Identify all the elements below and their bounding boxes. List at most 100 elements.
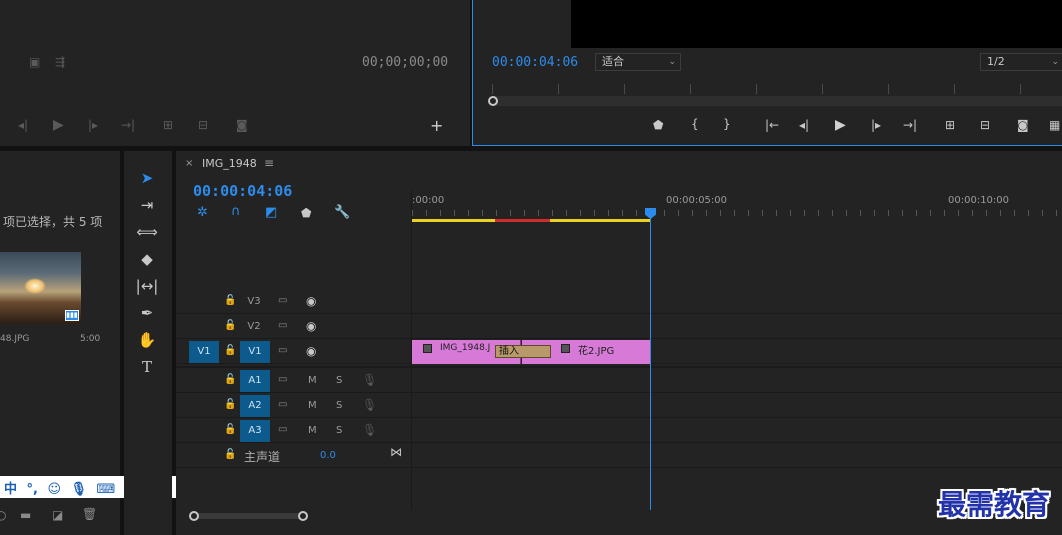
insert-clip-icon[interactable]: ▣	[29, 56, 40, 68]
new-item-icon[interactable]: ◪	[52, 509, 63, 521]
go-to-out-icon[interactable]: →|	[903, 119, 917, 131]
eye-icon[interactable]: ◉	[306, 320, 316, 332]
sync-lock-icon[interactable]: ▭	[278, 296, 287, 306]
find-icon[interactable]: ○	[0, 509, 6, 521]
solo-button[interactable]: S	[336, 425, 342, 436]
playhead-line[interactable]	[650, 218, 651, 510]
master-volume-value[interactable]: 0.0	[320, 450, 336, 461]
fx-badge-icon	[423, 344, 432, 353]
lock-icon[interactable]: 🔓	[224, 321, 236, 331]
scroll-handle-left-icon[interactable]	[189, 511, 199, 521]
microphone-icon[interactable]: 🎙	[362, 424, 377, 436]
mark-in-icon[interactable]: {	[691, 118, 699, 130]
step-forward-icon[interactable]: |▸	[871, 119, 881, 131]
add-marker-icon[interactable]: ⬟	[301, 207, 311, 219]
sync-lock-icon[interactable]: ▭	[278, 321, 287, 331]
microphone-icon[interactable]: 🎙	[71, 482, 88, 497]
fit-select[interactable]: 适合 ⌄	[595, 53, 681, 71]
playhead-handle-icon[interactable]	[488, 96, 498, 106]
play-icon[interactable]: ▶	[53, 118, 64, 132]
go-to-out-icon[interactable]: →|	[121, 119, 135, 131]
export-frame-icon[interactable]: ◙	[1017, 119, 1029, 131]
razor-tool-icon[interactable]: ◆	[134, 247, 160, 271]
track-v2: 🔓 V2 ▭ ◉	[176, 315, 1062, 339]
eye-icon[interactable]: ◉	[306, 345, 316, 357]
lock-icon[interactable]: 🔓	[224, 296, 236, 306]
sync-lock-icon[interactable]: ▭	[278, 400, 287, 410]
button-editor-icon[interactable]: ▦	[1049, 119, 1060, 131]
track-label[interactable]: V3	[244, 296, 264, 307]
play-icon[interactable]: ▶	[835, 118, 846, 132]
snap-magnet-icon[interactable]: ∩	[231, 205, 241, 218]
lift-icon[interactable]: ⊞	[945, 119, 955, 131]
ime-punct[interactable]: °,	[27, 482, 38, 497]
new-bin-icon[interactable]: ▬	[20, 509, 31, 521]
timeline-tab-close-icon[interactable]: ×	[185, 158, 193, 169]
track-label[interactable]: V2	[244, 321, 264, 332]
step-forward-icon[interactable]: |▸	[88, 119, 98, 131]
microphone-icon[interactable]: 🎙	[362, 399, 377, 411]
eye-icon[interactable]: ◉	[306, 295, 316, 307]
lock-icon[interactable]: 🔓	[224, 346, 236, 356]
lock-icon[interactable]: 🔓	[224, 450, 236, 460]
timeline-zoom-scrollbar[interactable]	[190, 513, 308, 519]
timeline-timecode[interactable]: 00:00:04:06	[193, 182, 292, 200]
hand-tool-icon[interactable]: ✋	[134, 328, 160, 352]
program-scrub-bar[interactable]	[492, 96, 1062, 106]
lock-icon[interactable]: 🔓	[224, 375, 236, 385]
scroll-handle-right-icon[interactable]	[298, 511, 308, 521]
ruler-ticks	[412, 210, 1062, 216]
selection-tool-icon[interactable]: ➤	[134, 166, 160, 190]
linked-selection-icon[interactable]: ◩	[265, 206, 277, 219]
ripple-edit-tool-icon[interactable]: ⟺	[134, 220, 160, 244]
wrench-icon[interactable]: 🔧	[334, 206, 350, 219]
mute-button[interactable]: M	[308, 400, 317, 411]
mark-out-icon[interactable]: }	[723, 118, 731, 130]
lock-icon[interactable]: 🔓	[224, 425, 236, 435]
solo-button[interactable]: S	[336, 400, 342, 411]
emoji-icon[interactable]: ☺	[47, 482, 61, 497]
source-monitor-panel: ▣ ⇶ 00;00;00;00 ◂| ▶ |▸ →| ⊞ ⊟ ◙ +	[0, 0, 470, 146]
solo-button[interactable]: S	[336, 375, 342, 386]
track-v3-header: 🔓 V3 ▭ ◉	[176, 290, 411, 313]
overwrite-icon[interactable]: ⊟	[198, 119, 208, 131]
clip-thumbnail[interactable]: ▮▮▮	[0, 252, 81, 324]
marker-icon[interactable]: ⬟	[653, 119, 663, 131]
program-timecode[interactable]: 00:00:04:06	[492, 55, 578, 70]
pen-tool-icon[interactable]: ✒	[134, 301, 160, 325]
extract-icon[interactable]: ⊟	[980, 119, 990, 131]
resolution-select[interactable]: 1/2 ⌄	[980, 53, 1062, 71]
step-back-icon[interactable]: ◂|	[799, 119, 809, 131]
slip-tool-icon[interactable]: |↔|	[134, 274, 160, 298]
track-select-tool-icon[interactable]: ⇥	[134, 193, 160, 217]
sync-lock-icon[interactable]: ▭	[278, 425, 287, 435]
sync-lock-icon[interactable]: ▭	[278, 375, 287, 385]
chevron-down-icon: ⌄	[1051, 57, 1059, 67]
insert-icon[interactable]: ⊞	[163, 119, 173, 131]
go-to-edit-icon[interactable]: ⋈	[390, 446, 402, 458]
mute-button[interactable]: M	[308, 375, 317, 386]
ime-chinese-mode[interactable]: 中	[4, 478, 17, 497]
ruler-label: :00:00	[412, 195, 445, 206]
keyboard-icon[interactable]: ⌨	[97, 482, 116, 497]
mute-button[interactable]: M	[308, 425, 317, 436]
add-button-icon[interactable]: +	[430, 118, 443, 134]
audio-drag-icon[interactable]: ⇶	[55, 56, 65, 68]
go-to-in-icon[interactable]: |←	[765, 119, 779, 131]
sync-lock-icon[interactable]: ▭	[278, 346, 287, 356]
source-timecode[interactable]: 00;00;00;00	[362, 55, 448, 70]
microphone-icon[interactable]: 🎙	[362, 374, 377, 386]
trash-icon[interactable]: 🗑	[82, 508, 97, 520]
track-target-a3[interactable]: A3	[240, 420, 270, 442]
track-target-a1[interactable]: A1	[240, 370, 270, 392]
timeline-tab-title[interactable]: IMG_1948	[202, 157, 257, 170]
step-back-icon[interactable]: ◂|	[18, 119, 28, 131]
type-tool-icon[interactable]: T	[134, 355, 160, 379]
timeline-tab-menu-icon[interactable]: ≡	[264, 156, 274, 170]
track-target-a2[interactable]: A2	[240, 395, 270, 417]
lock-icon[interactable]: 🔓	[224, 400, 236, 410]
nest-icon[interactable]: ✲	[197, 206, 208, 219]
source-patch-v1[interactable]: V1	[189, 341, 219, 363]
track-target-v1[interactable]: V1	[240, 341, 270, 363]
camera-icon[interactable]: ◙	[236, 119, 248, 131]
